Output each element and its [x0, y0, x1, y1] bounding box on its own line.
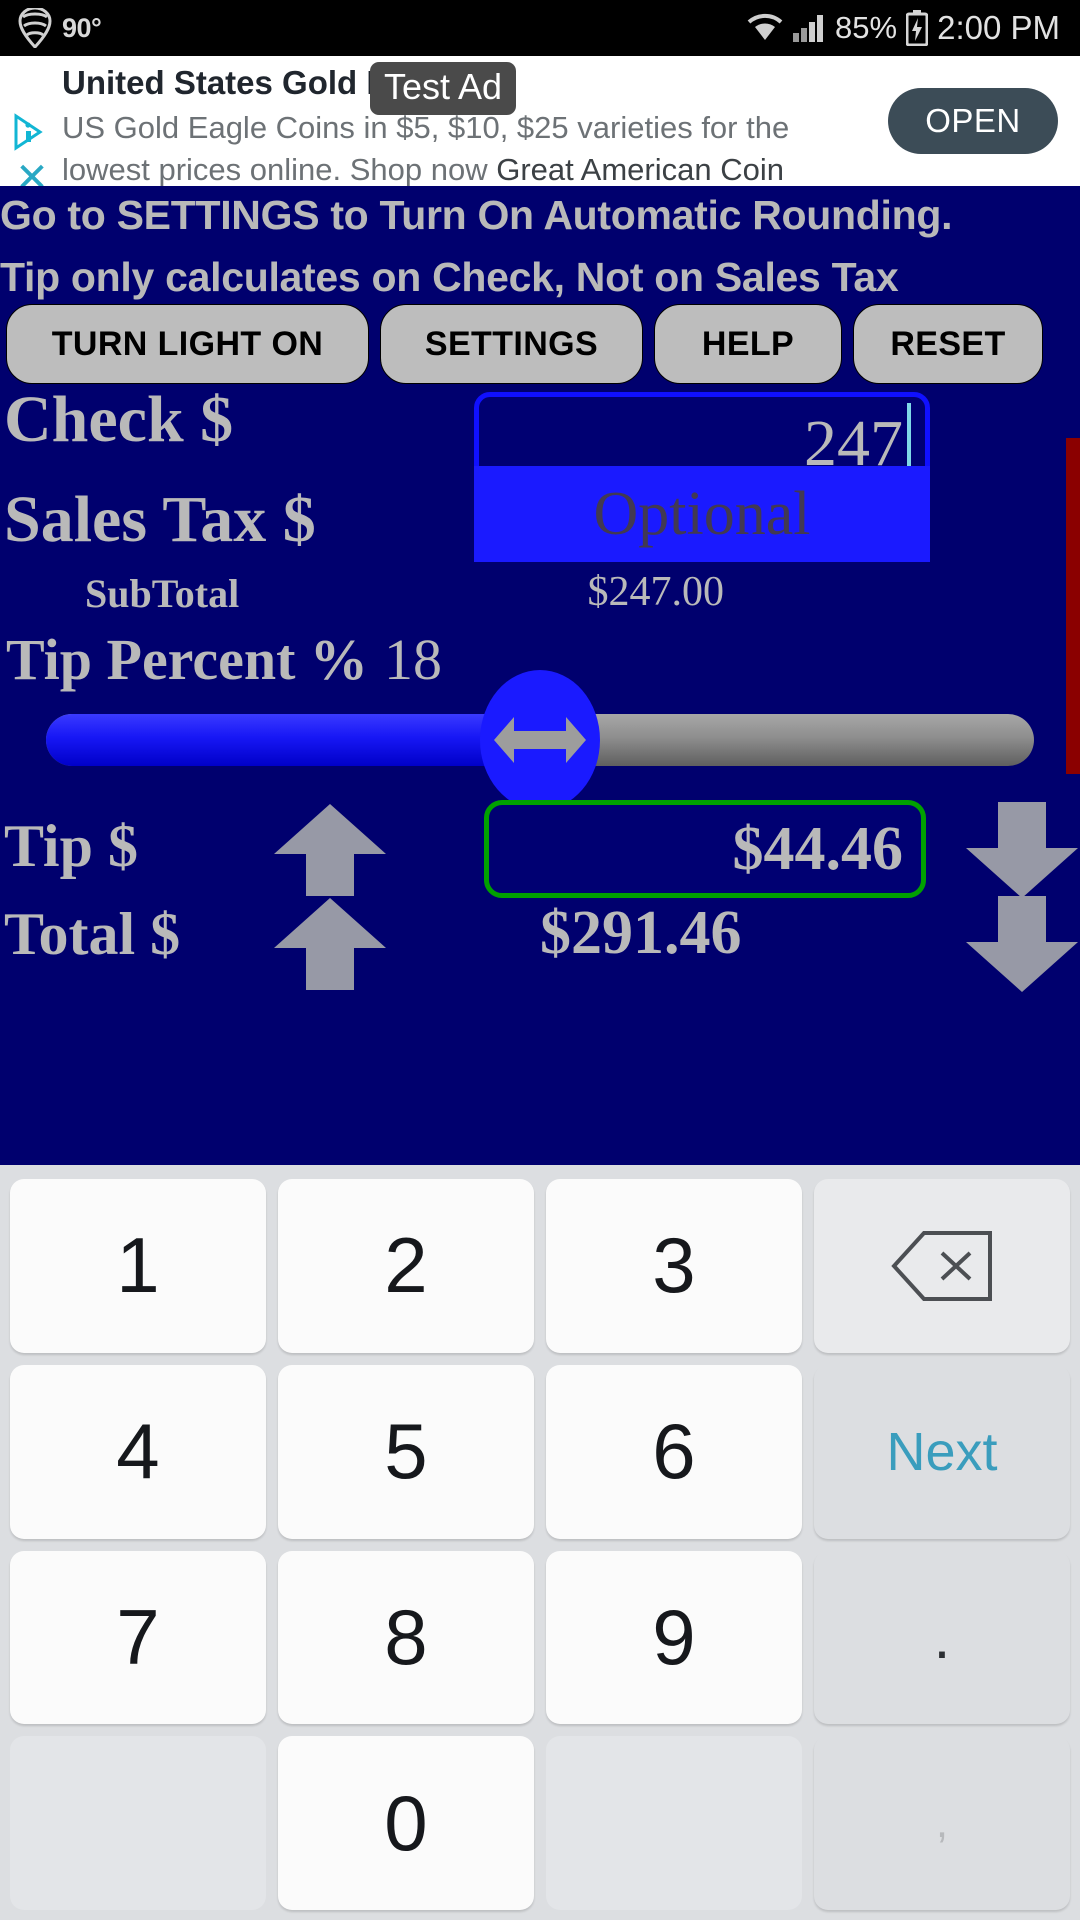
ad-test-badge: Test Ad — [370, 62, 517, 116]
key-backspace[interactable] — [814, 1179, 1070, 1353]
cell-signal-icon — [792, 13, 826, 43]
tip-percent-row: Tip Percent % 18 — [6, 626, 442, 693]
ad-banner[interactable]: United States Gold Ea Test Ad US Gold Ea… — [0, 56, 1080, 186]
scrollbar[interactable] — [1066, 438, 1080, 774]
tip-increase-arrow-up-icon[interactable] — [270, 802, 390, 898]
key-next-label: Next — [886, 1421, 998, 1482]
key-7-label: 7 — [116, 1592, 160, 1681]
key-comma-label: , — [935, 1798, 949, 1848]
screen: 90° 85% 2:00 PM United States Gold Ea Te… — [0, 0, 1080, 1920]
total-label: Total $ — [4, 901, 181, 967]
reset-button[interactable]: RESET — [853, 304, 1043, 384]
keyboard-row: 0, — [10, 1736, 1070, 1910]
key-6[interactable]: 6 — [546, 1364, 802, 1539]
sales-tax-placeholder: Optional — [593, 479, 811, 548]
check-label: Check $ — [4, 383, 234, 456]
key-4[interactable]: 4 — [10, 1364, 266, 1539]
status-bar-left: 90° — [0, 8, 102, 48]
ad-description-line1: US Gold Eagle Coins in $5, $10, $25 vari… — [62, 110, 790, 145]
key-blank-left — [10, 1736, 266, 1910]
key-9-label: 9 — [652, 1592, 696, 1681]
subtotal-value: $247.00 — [587, 569, 725, 615]
total-increase-arrow-up-icon[interactable] — [270, 896, 390, 992]
ad-description-line2: lowest prices online. Shop now Great Ame… — [62, 152, 784, 186]
turn-light-on-button[interactable]: TURN LIGHT ON — [6, 304, 369, 384]
key-0[interactable]: 0 — [278, 1736, 534, 1910]
key-3-label: 3 — [652, 1221, 696, 1310]
ad-title: United States Gold Ea — [62, 64, 407, 101]
key-9[interactable]: 9 — [546, 1550, 802, 1725]
temperature-label: 90° — [62, 12, 102, 43]
key-3[interactable]: 3 — [546, 1179, 802, 1353]
key-7[interactable]: 7 — [10, 1550, 266, 1725]
tip-percent-value: 18 — [383, 627, 442, 692]
subtotal-label: SubTotal — [85, 571, 240, 616]
tip-input[interactable]: $44.46 — [484, 800, 926, 898]
key-0-label: 0 — [384, 1778, 428, 1867]
weather-icon — [18, 8, 52, 48]
action-button-row: TURN LIGHT ON SETTINGS HELP RESET — [0, 304, 1080, 384]
numeric-keyboard[interactable]: 1 2 3 4 5 6 Next 7 8 9. 0, — [0, 1165, 1080, 1920]
tip-percent-slider[interactable] — [46, 670, 1034, 810]
key-1-label: 1 — [116, 1221, 160, 1310]
key-period[interactable]: . — [814, 1551, 1070, 1725]
key-6-label: 6 — [652, 1407, 696, 1496]
tip-calculator-body: Go to SETTINGS to Turn On Automatic Roun… — [0, 186, 1080, 1165]
sales-tax-label: Sales Tax $ — [4, 483, 316, 556]
key-2[interactable]: 2 — [278, 1179, 534, 1353]
key-2-label: 2 — [384, 1221, 428, 1310]
key-next[interactable]: Next — [814, 1365, 1070, 1539]
tip-value: $44.46 — [732, 814, 904, 883]
tip-percent-label: Tip Percent % — [6, 627, 368, 692]
clock-label: 2:00 PM — [937, 9, 1060, 46]
tip-decrease-arrow-down-icon[interactable] — [962, 800, 1080, 900]
settings-button[interactable]: SETTINGS — [380, 304, 643, 384]
key-8-label: 8 — [384, 1592, 428, 1681]
status-bar-right: 85% 2:00 PM — [747, 9, 1080, 47]
note-tip-basis: Tip only calculates on Check, Not on Sal… — [0, 254, 899, 300]
note-rounding: Go to SETTINGS to Turn On Automatic Roun… — [0, 192, 953, 238]
keyboard-row: 7 8 9. — [10, 1550, 1070, 1725]
status-bar: 90° 85% 2:00 PM — [0, 0, 1080, 56]
ad-advertiser: Great American Coin — [496, 152, 784, 186]
battery-percent-label: 85% — [835, 10, 898, 45]
ad-line2-gray: lowest prices online. Shop now — [62, 152, 497, 186]
key-4-label: 4 — [116, 1407, 160, 1496]
keyboard-row: 1 2 3 — [10, 1179, 1070, 1353]
key-blank-right — [546, 1736, 802, 1910]
slider-fill — [46, 714, 540, 766]
key-period-label: . — [933, 1603, 951, 1671]
wifi-icon — [747, 13, 783, 43]
help-button[interactable]: HELP — [654, 304, 842, 384]
sales-tax-input[interactable]: Optional — [474, 466, 930, 562]
total-value: $291.46 — [540, 899, 742, 967]
battery-charging-icon — [906, 10, 929, 46]
backspace-icon — [890, 1229, 994, 1303]
key-5[interactable]: 5 — [278, 1364, 534, 1539]
keyboard-row: 4 5 6 Next — [10, 1364, 1070, 1539]
adchoices-icon[interactable] — [10, 112, 52, 152]
total-decrease-arrow-down-icon[interactable] — [962, 894, 1080, 994]
key-comma[interactable]: , — [814, 1736, 1070, 1910]
ad-open-button[interactable]: OPEN — [888, 88, 1058, 154]
slider-thumb[interactable] — [480, 670, 600, 810]
key-1[interactable]: 1 — [10, 1179, 266, 1353]
key-5-label: 5 — [384, 1407, 428, 1496]
close-icon[interactable]: ✕ — [12, 158, 52, 186]
left-right-arrows-icon — [492, 709, 588, 771]
tip-label: Tip $ — [4, 813, 138, 879]
key-8[interactable]: 8 — [278, 1550, 534, 1725]
